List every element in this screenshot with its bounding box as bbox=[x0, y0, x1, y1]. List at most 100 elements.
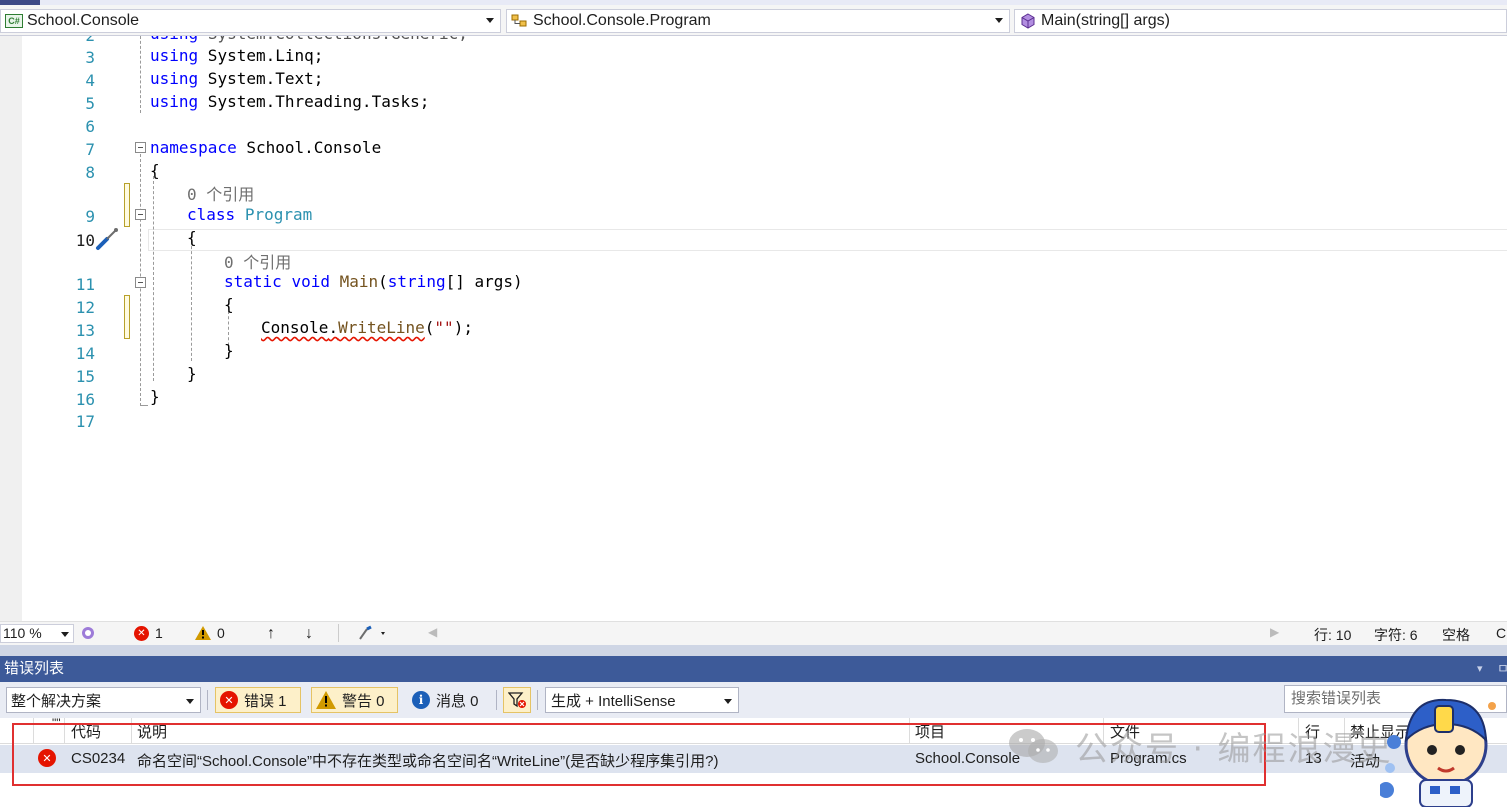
chevron-down-icon bbox=[995, 18, 1003, 23]
errors-filter-label: 错误 1 bbox=[244, 692, 287, 710]
divider bbox=[496, 690, 497, 710]
line-number: 7 bbox=[85, 140, 95, 159]
keyword: static bbox=[224, 272, 282, 291]
wechat-logo-icon bbox=[1009, 729, 1058, 763]
divider bbox=[537, 690, 538, 710]
csharp-project-icon: C# bbox=[5, 14, 23, 28]
warnings-filter-toggle[interactable]: 警告 0 bbox=[311, 687, 398, 713]
error-count-indicator[interactable]: ✕ 1 bbox=[134, 625, 163, 641]
code-line-15: } bbox=[187, 364, 197, 383]
method-name: Main bbox=[339, 272, 379, 291]
method-icon bbox=[1019, 13, 1037, 29]
code-line-10: { bbox=[187, 228, 197, 247]
scroll-left-icon[interactable]: ◀ bbox=[428, 625, 437, 639]
string-literal: "" bbox=[434, 318, 454, 337]
watermark-text: 公众号 · 编程浪漫史 bbox=[1075, 729, 1393, 768]
line-number: 5 bbox=[85, 94, 95, 113]
chevron-down-icon bbox=[186, 699, 194, 704]
previous-issue-arrow-icon[interactable]: ↑ bbox=[267, 625, 275, 643]
line-number: 14 bbox=[75, 344, 95, 363]
code-text: Console bbox=[261, 318, 329, 337]
errors-filter-toggle[interactable]: ✕ 错误 1 bbox=[215, 687, 301, 713]
error-squiggle[interactable]: Console.WriteLine bbox=[261, 318, 425, 337]
chevron-down-icon bbox=[724, 699, 732, 704]
change-indicator bbox=[124, 183, 130, 227]
line-number: 6 bbox=[85, 117, 95, 136]
collapse-class-toggle[interactable] bbox=[135, 209, 146, 220]
chevron-down-icon bbox=[486, 18, 494, 23]
scroll-right-icon[interactable]: ▶ bbox=[1270, 625, 1279, 639]
warning-icon bbox=[316, 691, 336, 709]
pin-icon[interactable]: ㅁ bbox=[1497, 656, 1507, 682]
error-count: 1 bbox=[155, 625, 163, 641]
panel-options-dropdown-icon[interactable]: ▾ bbox=[1477, 656, 1483, 682]
indentation-indicator[interactable]: 空格 bbox=[1442, 625, 1470, 645]
filter-button[interactable] bbox=[503, 687, 531, 713]
panel-splitter[interactable] bbox=[0, 645, 1507, 656]
class-icon bbox=[511, 14, 529, 28]
navigation-bar: C# School.Console School.Console.Program… bbox=[0, 5, 1507, 36]
code-line-16: } bbox=[150, 387, 160, 406]
line-number: 13 bbox=[75, 321, 95, 340]
quick-actions-screwdriver-icon[interactable] bbox=[95, 226, 121, 252]
code-line-3: using System.Linq; bbox=[150, 46, 323, 65]
class-dropdown-label: School.Console.Program bbox=[533, 12, 711, 29]
member-dropdown[interactable]: Main(string[] args) bbox=[1014, 9, 1507, 33]
code-editor[interactable]: 2 3 4 5 6 7 8 9 10 11 12 13 14 15 16 17 … bbox=[0, 36, 1507, 621]
line-number: 9 bbox=[85, 207, 95, 226]
intellicode-icon[interactable] bbox=[80, 625, 96, 641]
project-dropdown[interactable]: C# School.Console bbox=[0, 9, 501, 33]
code-line-7: namespace School.Console bbox=[150, 138, 381, 157]
search-placeholder: 搜索错误列表 bbox=[1291, 690, 1382, 707]
code-line-9: class Program bbox=[187, 205, 312, 224]
warning-count-indicator[interactable]: 0 bbox=[195, 625, 225, 641]
method-name: WriteLine bbox=[338, 318, 425, 337]
collapse-method-toggle[interactable] bbox=[135, 277, 146, 288]
build-source-dropdown[interactable]: 生成 + IntelliSense bbox=[545, 687, 739, 713]
keyword: using bbox=[150, 69, 199, 88]
code-cleanup-broom-icon[interactable] bbox=[357, 625, 387, 641]
class-dropdown[interactable]: School.Console.Program bbox=[506, 9, 1010, 33]
messages-filter-label: 消息 0 bbox=[436, 692, 479, 710]
code-text: School.Console bbox=[236, 138, 382, 157]
selection-margin bbox=[0, 36, 22, 621]
reference-count-hint[interactable]: 0 个引用 bbox=[224, 249, 291, 273]
keyword: void bbox=[291, 272, 330, 291]
line-number: 8 bbox=[85, 163, 95, 182]
keyword-using: using bbox=[150, 36, 198, 43]
collapse-namespace-toggle[interactable] bbox=[135, 142, 146, 153]
error-list-title: 错误列表 bbox=[4, 660, 65, 677]
code-text: System.Linq; bbox=[198, 46, 324, 65]
code-line-5: using System.Threading.Tasks; bbox=[150, 92, 429, 111]
member-dropdown-label: Main(string[] args) bbox=[1041, 12, 1170, 29]
line-number: 3 bbox=[85, 48, 95, 67]
current-line-highlight bbox=[148, 229, 1507, 251]
keyword: using bbox=[150, 92, 199, 111]
build-source-label: 生成 + IntelliSense bbox=[551, 692, 676, 710]
outline-guide-end bbox=[140, 405, 148, 406]
code-line-8: { bbox=[150, 161, 160, 180]
type-name: Program bbox=[244, 205, 313, 224]
line-number: 12 bbox=[75, 298, 95, 317]
reference-count-hint[interactable]: 0 个引用 bbox=[187, 181, 254, 205]
divider bbox=[207, 690, 208, 710]
keyword: using bbox=[150, 46, 199, 65]
keyword: namespace bbox=[150, 138, 237, 157]
code-line-11: static void Main(string[] args) bbox=[224, 272, 523, 291]
line-ending-indicator[interactable]: CI bbox=[1496, 625, 1507, 641]
cursor-line-indicator[interactable]: 行: 10 bbox=[1314, 625, 1351, 645]
messages-filter-toggle[interactable]: i 消息 0 bbox=[408, 687, 479, 713]
mascot-sticker-icon bbox=[1380, 698, 1496, 807]
next-issue-arrow-icon[interactable]: ↓ bbox=[305, 625, 313, 643]
scope-dropdown[interactable]: 整个解决方案 bbox=[6, 687, 201, 713]
info-icon: i bbox=[412, 691, 430, 709]
zoom-dropdown[interactable]: 110 % bbox=[0, 624, 74, 643]
line-number: 17 bbox=[75, 412, 95, 431]
error-icon: ✕ bbox=[220, 691, 238, 709]
filter-funnel-icon bbox=[508, 692, 526, 708]
cursor-char-indicator[interactable]: 字符: 6 bbox=[1374, 625, 1418, 645]
error-list-title-bar: 错误列表 ▾ ㅁ bbox=[0, 656, 1507, 682]
line-number: 15 bbox=[75, 367, 95, 386]
line-number: 11 bbox=[75, 275, 95, 294]
zoom-value: 110 % bbox=[3, 625, 42, 641]
